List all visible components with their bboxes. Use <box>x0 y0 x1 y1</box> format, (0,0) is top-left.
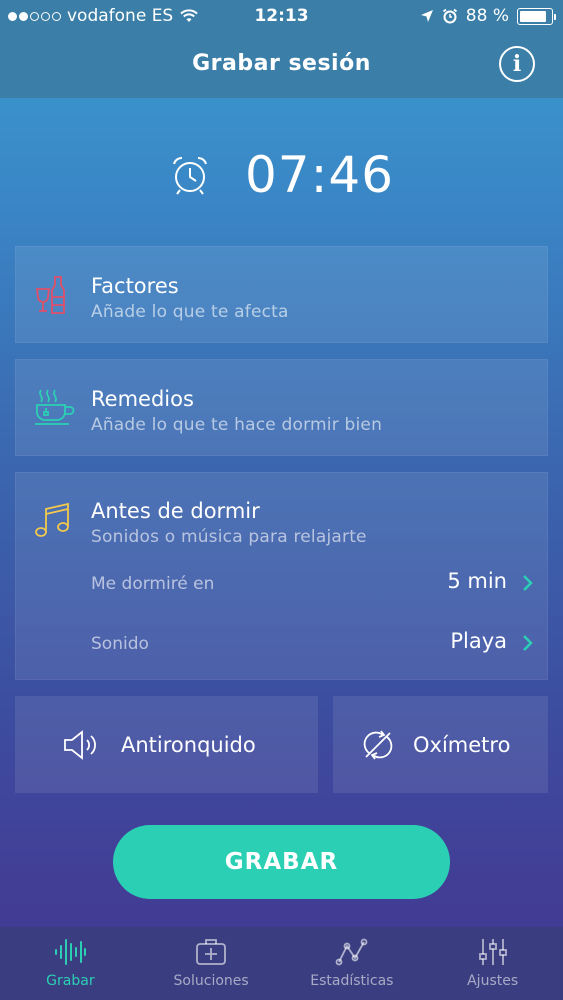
alarm-clock-icon <box>172 157 207 195</box>
location-arrow-icon <box>420 10 433 22</box>
status-bar: vodafone ES 12:13 88 % <box>0 0 563 34</box>
antes-title[interactable]: Antes de dormir <box>91 499 260 523</box>
antes-de-dormir-card: Antes de dormir Sonidos o música para re… <box>15 472 548 680</box>
info-button[interactable]: i <box>499 46 535 82</box>
oximetro-label: Oxímetro <box>413 732 511 757</box>
tab-bar: Grabar Soluciones Estadísticas Ajustes <box>0 927 563 1000</box>
sleep-delay-row[interactable]: Me dormiré en 5 min <box>16 557 549 607</box>
tea-cup-icon <box>35 389 75 425</box>
remedios-subtitle: Añade lo que te hace dormir bien <box>91 415 383 435</box>
sliders-icon <box>478 939 507 965</box>
sleep-delay-label: Me dormiré en <box>91 574 215 594</box>
battery-icon <box>517 7 556 25</box>
tab-ajustes-label: Ajustes <box>467 973 519 989</box>
record-button[interactable]: GRABAR <box>113 825 450 899</box>
chevron-right-icon <box>523 635 533 651</box>
speaker-icon <box>64 729 96 760</box>
tab-grabar-label: Grabar <box>46 973 95 989</box>
line-graph-icon <box>335 938 368 966</box>
antes-subtitle: Sonidos o música para relajarte <box>91 527 367 547</box>
tab-soluciones[interactable]: Soluciones <box>141 927 282 1000</box>
tab-estadisticas-label: Estadísticas <box>310 973 394 989</box>
info-icon: i <box>512 51 522 77</box>
antironquido-label: Antironquido <box>121 732 256 757</box>
nav-bar: Grabar sesión i <box>0 34 563 98</box>
tab-soluciones-label: Soluciones <box>173 973 249 989</box>
battery-percent: 88 % <box>465 6 509 26</box>
remedios-title: Remedios <box>91 387 194 411</box>
tab-ajustes[interactable]: Ajustes <box>422 927 563 1000</box>
alarm-status-icon <box>442 8 457 24</box>
chevron-right-icon <box>523 575 533 591</box>
alarm-time: 07:46 <box>244 146 395 204</box>
wine-bottle-icon <box>35 276 65 314</box>
page-title: Grabar sesión <box>192 51 371 76</box>
tab-estadisticas[interactable]: Estadísticas <box>282 927 423 1000</box>
sound-label: Sonido <box>91 634 149 654</box>
sleep-delay-value: 5 min <box>447 569 507 593</box>
sound-row[interactable]: Sonido Playa <box>16 617 549 667</box>
first-aid-kit-icon <box>196 939 227 965</box>
oximetro-button[interactable]: Oxímetro <box>333 696 548 793</box>
sound-value: Playa <box>450 629 507 653</box>
tab-grabar[interactable]: Grabar <box>0 927 141 1000</box>
factores-card[interactable]: Factores Añade lo que te afecta <box>15 246 548 343</box>
status-right: 88 % <box>420 6 556 26</box>
antironquido-button[interactable]: Antironquido <box>15 696 318 793</box>
factores-title: Factores <box>91 274 179 298</box>
waveform-icon <box>55 939 87 965</box>
remedios-card[interactable]: Remedios Añade lo que te hace dormir bie… <box>15 359 548 456</box>
oximeter-sync-icon <box>363 729 393 760</box>
alarm-time-display[interactable]: 07:46 <box>0 140 563 210</box>
music-note-icon <box>35 502 69 537</box>
factores-subtitle: Añade lo que te afecta <box>91 302 289 322</box>
